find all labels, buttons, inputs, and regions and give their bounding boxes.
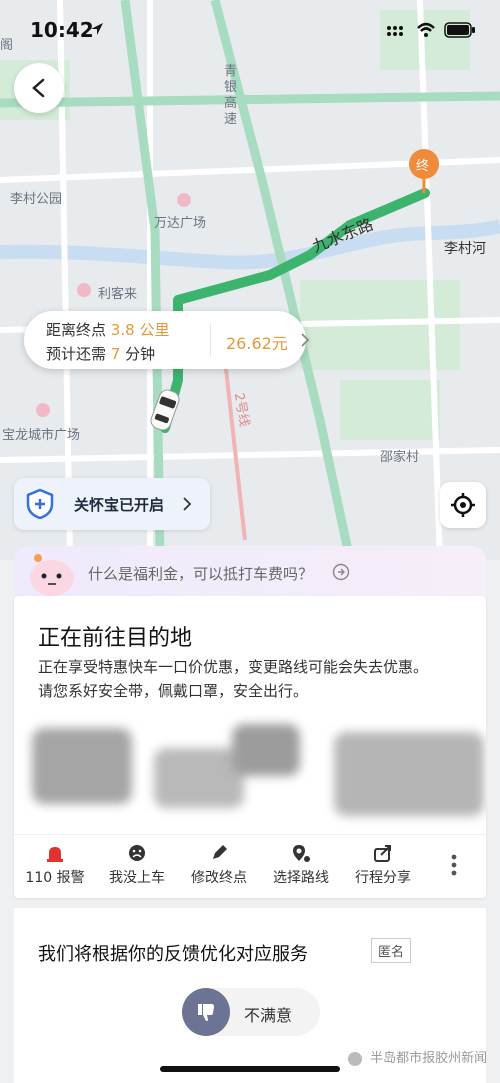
poi-icon — [177, 193, 191, 207]
eta-prefix: 预计还需 — [46, 345, 107, 363]
map-label: 邵家村 — [380, 450, 420, 465]
dislike-button[interactable]: 不满意 — [182, 988, 320, 1036]
status-time: 10:42 — [30, 18, 94, 42]
trip-status-desc-line2: 请您系好安全带，佩戴口罩，安全出行。 — [38, 682, 309, 700]
shield-plus-icon — [26, 488, 54, 520]
action-label: 我没上车 — [109, 870, 165, 886]
chevron-right-icon — [183, 497, 192, 511]
distance-prefix: 距离终点 — [46, 321, 107, 339]
action-select-route-button[interactable]: 选择路线 — [260, 835, 342, 898]
wifi-icon — [417, 22, 435, 37]
distance-unit: 公里 — [139, 321, 170, 339]
divider — [210, 323, 211, 357]
trip-info-pill[interactable]: 距离终点 3.8 公里 预计还需 7 分钟 26.62元 — [24, 311, 310, 369]
action-label: 选择路线 — [273, 870, 329, 886]
welfare-text: 什么是福利金，可以抵打车费吗？ — [88, 565, 314, 583]
fare-amount[interactable]: 26.62元 — [226, 330, 288, 354]
mascot-icon — [30, 554, 74, 596]
action-alarm-button[interactable]: 110 报警 — [14, 835, 96, 898]
map-label-highway: 青银高速 — [224, 64, 238, 127]
action-bar: 110 报警 我没上车 修改终点 选择路线 行程分享 — [14, 834, 486, 898]
sad-face-icon — [129, 845, 145, 861]
anonymous-tag: 匿名 — [371, 938, 412, 963]
route-icon — [293, 845, 310, 862]
watermark: 半岛都市报胶州新闻 — [348, 1047, 487, 1066]
poi-icon — [36, 403, 50, 417]
locate-me-button[interactable] — [440, 482, 486, 528]
eta-unit: 分钟 — [125, 345, 156, 363]
trip-status-desc-line1: 正在享受特惠快车一口价优惠，变更路线可能会失去优惠。 — [38, 658, 429, 676]
action-share-trip-button[interactable]: 行程分享 — [342, 835, 424, 898]
crosshair-icon — [451, 493, 475, 517]
chevron-right-icon — [301, 333, 310, 347]
alarm-icon — [47, 847, 63, 862]
map-label: 万达广场 — [154, 216, 207, 231]
more-vertical-icon[interactable] — [444, 845, 464, 885]
arrow-circle-right-icon — [332, 563, 350, 581]
eta-value: 7 — [110, 345, 121, 363]
map-label: 宝龙城市广场 — [2, 428, 81, 443]
status-bar: 10:42 — [0, 0, 500, 62]
action-label: 修改终点 — [191, 870, 247, 886]
feedback-title: 我们将根据你的反馈优化对应服务 — [38, 944, 308, 965]
trip-status-card: 正在前往目的地 正在享受特惠快车一口价优惠，变更路线可能会失去优惠。 请您系好安… — [14, 596, 486, 898]
trip-status-title: 正在前往目的地 — [38, 626, 193, 651]
action-edit-destination-button[interactable]: 修改终点 — [178, 835, 260, 898]
battery-icon — [444, 22, 475, 38]
welfare-banner[interactable]: 什么是福利金，可以抵打车费吗？ — [14, 546, 486, 598]
map-label: 李村河 — [444, 241, 486, 257]
home-indicator — [160, 1066, 340, 1072]
action-label: 行程分享 — [355, 870, 411, 886]
pencil-icon — [213, 845, 227, 859]
obscured-driver-info — [14, 718, 486, 828]
share-icon — [374, 845, 391, 862]
destination-label: 终 — [416, 159, 430, 174]
map-label: 李村公园 — [10, 192, 63, 207]
care-shield-button[interactable]: 关怀宝已开启 — [14, 478, 210, 530]
back-button[interactable] — [14, 63, 64, 113]
watermark-text: 半岛都市报胶州新闻 — [370, 1051, 488, 1066]
poi-icon — [77, 283, 91, 297]
map-canvas[interactable] — [0, 0, 500, 560]
dislike-label: 不满意 — [244, 1006, 293, 1025]
wechat-icon — [348, 1051, 362, 1066]
signal-icon — [387, 26, 403, 36]
thumbs-down-icon — [182, 988, 230, 1036]
chevron-left-icon — [32, 78, 45, 98]
map-label: 利客来 — [98, 287, 138, 302]
distance-value: 3.8 — [110, 321, 135, 339]
action-not-boarded-button[interactable]: 我没上车 — [96, 835, 178, 898]
map-view[interactable]: 阁 青银高速 李村公园 万达广场 利客来 九水东路 李村河 宝龙城市广场 邵家村… — [0, 0, 500, 560]
care-label: 关怀宝已开启 — [74, 496, 165, 514]
action-label: 110 报警 — [25, 870, 85, 886]
location-arrow-icon — [91, 23, 103, 35]
